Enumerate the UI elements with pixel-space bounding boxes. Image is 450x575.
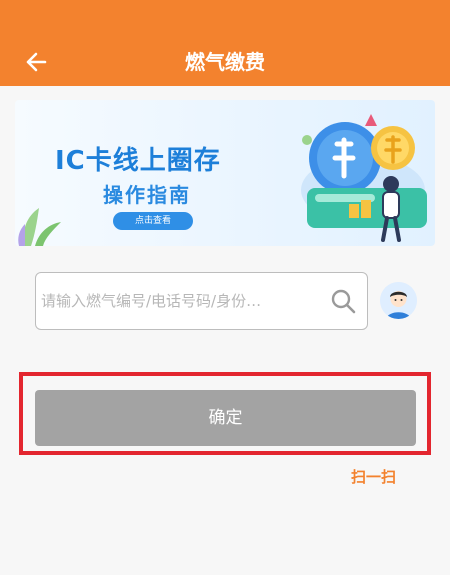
search-field xyxy=(35,272,368,330)
back-button[interactable] xyxy=(18,46,54,78)
status-bar xyxy=(0,0,450,38)
search-icon[interactable] xyxy=(329,287,357,315)
promo-banner[interactable]: IC卡线上圈存 操作指南 点击查看 xyxy=(15,100,435,246)
leaf-decoration-icon xyxy=(18,208,61,246)
coin-illustration-icon xyxy=(301,114,427,242)
page-title: 燃气缴费 xyxy=(185,50,265,74)
banner-view-button[interactable]: 点击查看 xyxy=(113,212,193,230)
arrow-left-icon xyxy=(26,52,47,72)
user-avatar[interactable] xyxy=(380,282,417,319)
header-bar: 燃气缴费 xyxy=(0,38,450,86)
banner-title: IC卡线上圈存 xyxy=(55,146,221,176)
confirm-button[interactable]: 确定 xyxy=(35,390,416,446)
search-input[interactable] xyxy=(41,273,321,329)
banner-subtitle: 操作指南 xyxy=(103,183,191,207)
user-avatar-icon xyxy=(380,282,417,319)
scan-link[interactable]: 扫一扫 xyxy=(351,466,396,487)
